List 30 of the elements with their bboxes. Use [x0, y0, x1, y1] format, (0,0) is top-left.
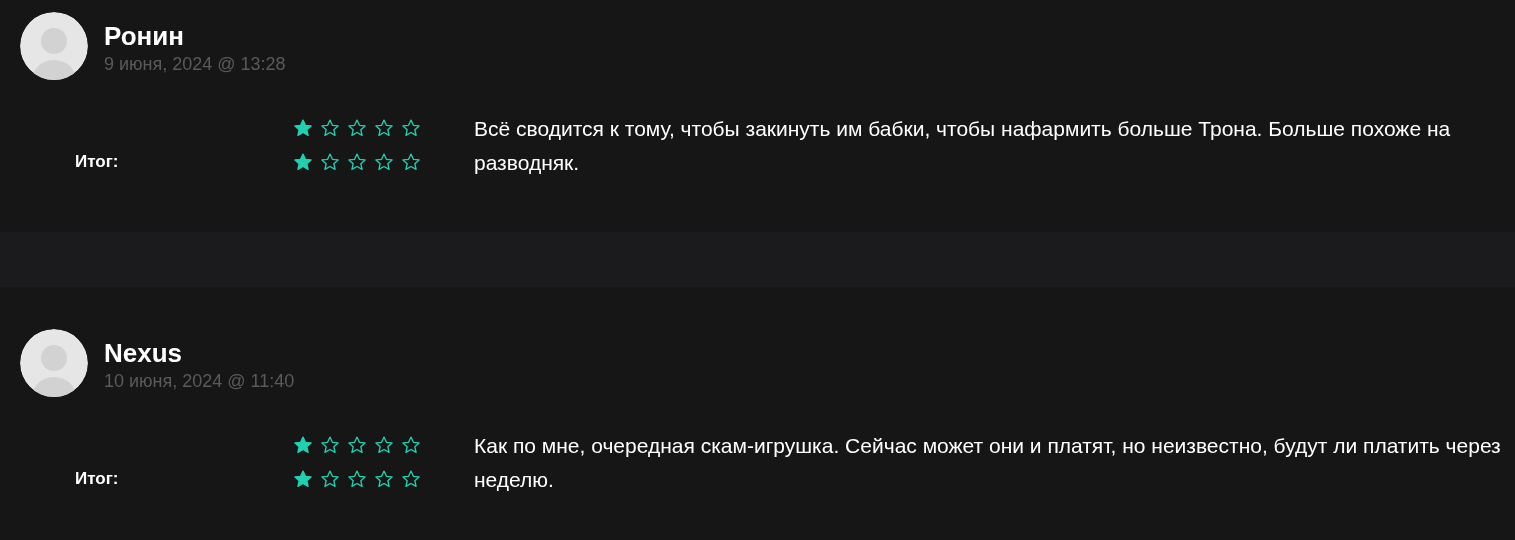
outline-star-icon [347, 469, 367, 489]
outline-star-icon [347, 152, 367, 172]
outline-star-icon [374, 152, 394, 172]
outline-star-icon [347, 118, 367, 138]
outline-star-icon [347, 435, 367, 455]
filled-star-icon [293, 152, 313, 172]
outline-star-icon [374, 118, 394, 138]
outline-star-icon [320, 469, 340, 489]
filled-star-icon [293, 118, 313, 138]
avatar-icon [20, 12, 88, 80]
rating-label: Итог: [75, 469, 119, 489]
filled-star-icon [293, 435, 313, 455]
review-date: 10 июня, 2024 @ 11:40 [104, 370, 295, 393]
outline-star-icon [401, 118, 421, 138]
filled-star-icon [293, 469, 313, 489]
outline-star-icon [374, 435, 394, 455]
review-date: 9 июня, 2024 @ 13:28 [104, 53, 286, 76]
outline-star-icon [401, 469, 421, 489]
outline-star-icon [320, 152, 340, 172]
review-text: Как по мне, очередная скам-игрушка. Сейчас может они и платят, но неизвестно, будут ли платить через неделю. [474, 433, 1502, 493]
rating-label: Итог: [75, 152, 119, 172]
outline-star-icon [374, 469, 394, 489]
author-name: Ронин [104, 20, 185, 52]
author-name: Nexus [104, 337, 184, 369]
outline-star-icon [401, 435, 421, 455]
outline-star-icon [320, 435, 340, 455]
review-text: Всё сводится к тому, чтобы закинуть им бабки, чтобы нафармить больше Трона. Больше похоже на разводняк. [474, 116, 1452, 176]
avatar-icon [20, 329, 88, 397]
outline-star-icon [401, 152, 421, 172]
outline-star-icon [320, 118, 340, 138]
